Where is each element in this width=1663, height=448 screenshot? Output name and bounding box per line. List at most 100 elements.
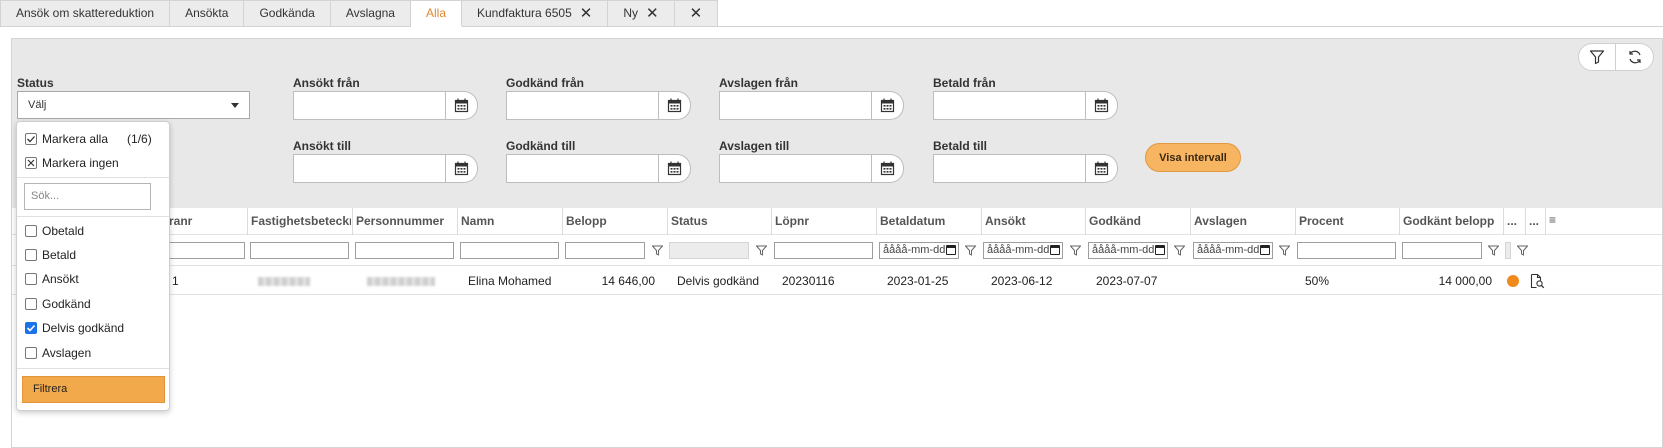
calendar-button[interactable] [1086,91,1118,120]
option-obetald[interactable]: Obetald [25,224,84,238]
filter-icon[interactable] [652,245,663,256]
calendar-button[interactable] [659,154,691,183]
dropdown-search-input[interactable]: Sök... [24,183,151,210]
status-select[interactable]: Välj [17,91,250,119]
checkbox-checked[interactable] [25,322,37,334]
filter-icon[interactable] [1279,245,1290,256]
option-godkand[interactable]: Godkänd [25,297,91,311]
column-header-godkand[interactable]: Godkänd [1085,208,1189,235]
calendar-button[interactable] [446,154,478,183]
godkand-till-input[interactable] [506,154,659,183]
menu-icon: ≡ [1549,213,1557,227]
column-header-status[interactable]: Status [667,208,771,235]
column-header-lopnr[interactable]: Löpnr [771,208,875,235]
table-row[interactable]: 1 Elina Mohamed 14 646,00 Delvis godkänd… [12,267,1662,295]
calendar-icon [946,245,956,255]
checkbox[interactable] [25,225,37,237]
checkbox[interactable] [25,273,37,285]
column-header-fastighetsbeteckning[interactable]: Fastighetsbeteckning [247,208,351,235]
filter-button[interactable] [1578,43,1616,71]
tab-empty[interactable]: ✕ [674,0,719,27]
filter-icon[interactable] [965,245,976,256]
filter-date-godkand[interactable]: åååå-mm-dd [1088,242,1168,259]
cell-fastighetsbeteckning-redacted [258,277,310,286]
betald-fran-input[interactable] [933,91,1086,120]
cell-status: Delvis godkänd [677,274,760,288]
column-header-ranr[interactable]: ranr [166,208,246,235]
filter-input-procent[interactable] [1297,242,1396,259]
avslagen-till-input[interactable] [719,154,872,183]
close-icon[interactable]: ✕ [646,6,659,21]
filtrera-button[interactable]: Filtrera [22,376,165,403]
filter-date-betaldatum[interactable]: åååå-mm-dd [879,242,959,259]
calendar-button[interactable] [872,91,904,120]
chevron-down-icon [231,102,239,108]
filter-icon[interactable] [756,245,767,256]
tab-ny[interactable]: Ny ✕ [608,0,675,27]
document-search-icon[interactable] [1529,273,1545,289]
ansokt-fran-input[interactable] [293,91,446,120]
tab-godkanda[interactable]: Godkända [244,0,331,27]
option-ansokt[interactable]: Ansökt [25,272,79,286]
column-menu-button[interactable]: ≡ [1545,208,1563,235]
checkbox[interactable] [25,298,37,310]
tab-avslagna[interactable]: Avslagna [330,0,411,27]
option-betald[interactable]: Betald [25,248,76,262]
column-header-godkant-belopp[interactable]: Godkänt belopp [1399,208,1503,235]
cell-ansokt: 2023-06-12 [991,274,1053,288]
cell-ranr: 1 [172,274,179,288]
checkbox-select-none[interactable] [25,157,37,169]
column-header-more-2[interactable]: ... [1525,208,1547,235]
filter-input-fastighetsbeteckning[interactable] [250,242,349,259]
filter-input-ranr[interactable] [167,242,245,259]
filter-date-ansokt[interactable]: åååå-mm-dd [983,242,1063,259]
godkand-fran-input[interactable] [506,91,659,120]
ansokt-till-input[interactable] [293,154,446,183]
filter-icon[interactable] [1174,245,1185,256]
betald-till-input[interactable] [933,154,1086,183]
column-header-betaldatum[interactable]: Betaldatum [876,208,980,235]
filter-date-avslagen[interactable]: åååå-mm-dd [1193,242,1273,259]
checkbox-select-all[interactable] [25,133,37,145]
close-icon[interactable]: ✕ [690,6,703,21]
calendar-button[interactable] [659,91,691,120]
checkbox[interactable] [25,347,37,359]
filter-input-belopp[interactable] [565,242,645,259]
filter-icon[interactable] [1070,245,1081,256]
column-header-namn[interactable]: Namn [457,208,561,235]
calendar-button[interactable] [446,91,478,120]
cell-godkant-belopp: 14 000,00 [1438,274,1492,288]
option-label: Godkänd [42,297,91,311]
select-all-option[interactable]: Markera alla (1/6) [25,132,152,146]
select-none-option[interactable]: Markera ingen [25,156,119,170]
tab-kundfaktura[interactable]: Kundfaktura 6505 ✕ [462,0,609,27]
option-avslagen[interactable]: Avslagen [25,346,91,360]
tab-ansok[interactable]: Ansök om skattereduktion [0,0,171,27]
column-header-ansokt[interactable]: Ansökt [981,208,1085,235]
filter-input-personnummer[interactable] [355,242,454,259]
checkbox[interactable] [25,249,37,261]
calendar-button[interactable] [872,154,904,183]
tab-alla[interactable]: Alla [410,0,462,27]
refresh-button[interactable] [1616,43,1654,71]
option-delvis-godkand[interactable]: Delvis godkänd [25,321,124,335]
column-header-avslagen[interactable]: Avslagen [1190,208,1294,235]
avslagen-till-label: Avslagen till [719,139,790,153]
avslagen-fran-input[interactable] [719,91,872,120]
calendar-button[interactable] [1086,154,1118,183]
tab-ansokta[interactable]: Ansökta [170,0,245,27]
filter-input-namn[interactable] [460,242,559,259]
filter-icon[interactable] [1517,245,1528,256]
calendar-icon [454,98,469,113]
close-icon[interactable]: ✕ [580,6,593,21]
filter-input-lopnr[interactable] [774,242,873,259]
filter-input-godkant-belopp[interactable] [1402,242,1482,259]
filter-icon[interactable] [1488,245,1499,256]
refresh-icon [1628,50,1641,64]
column-header-personnummer[interactable]: Personnummer [352,208,456,235]
column-header-more-1[interactable]: ... [1503,208,1525,235]
avslagen-till-field [719,154,904,183]
column-header-belopp[interactable]: Belopp [562,208,666,235]
column-header-procent[interactable]: Procent [1295,208,1399,235]
visa-intervall-button[interactable]: Visa intervall [1145,143,1241,172]
